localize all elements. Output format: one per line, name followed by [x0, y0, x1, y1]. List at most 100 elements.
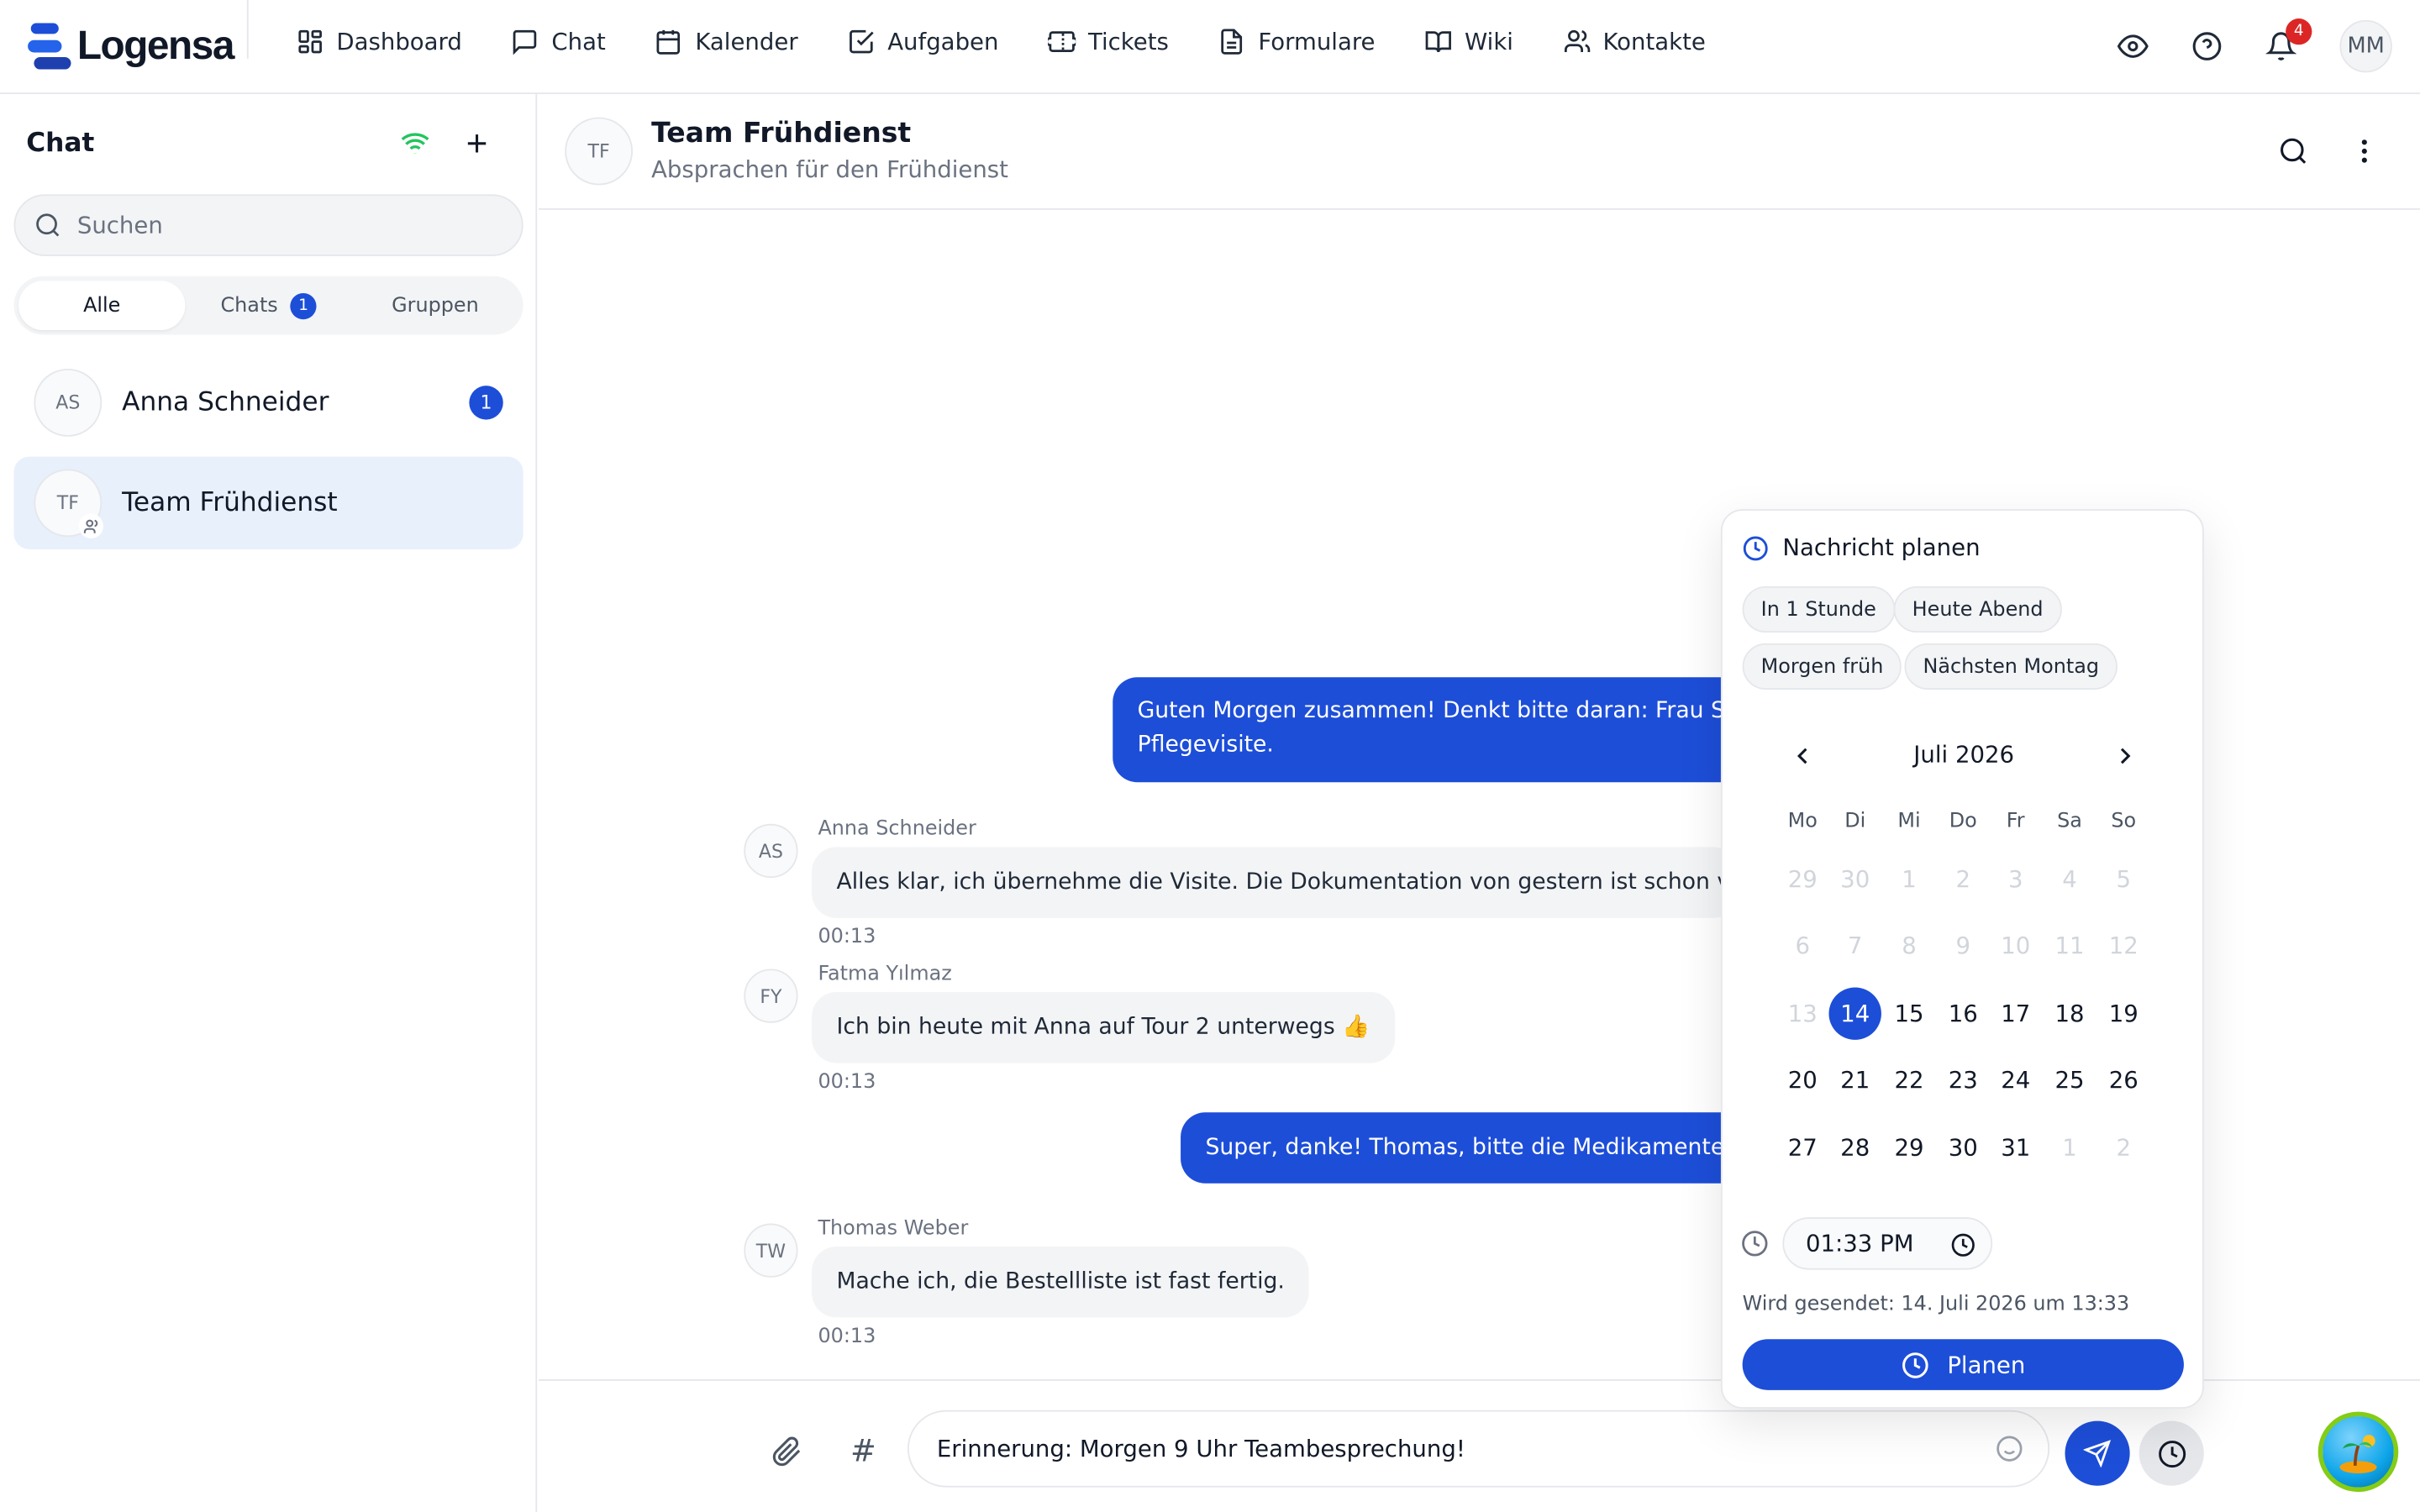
- message-bubble: Mache ich, die Bestellliste ist fast fer…: [812, 1247, 1310, 1318]
- calendar-day: 9: [1955, 932, 1971, 960]
- tab-gruppen-label: Gruppen: [392, 293, 479, 318]
- search-icon[interactable]: [2278, 136, 2309, 167]
- nav-dashboard-label: Dashboard: [336, 28, 462, 56]
- calendar-day[interactable]: 28: [1828, 1121, 1881, 1173]
- preset-naechsten-montag[interactable]: Nächsten Montag: [1904, 643, 2118, 690]
- calendar-day: 8: [1902, 932, 1917, 960]
- calendar-day: 30: [1840, 865, 1870, 894]
- preset-in-1-stunde[interactable]: In 1 Stunde: [1742, 585, 1895, 633]
- calendar-day[interactable]: 27: [1776, 1121, 1828, 1173]
- message-time: 00:13: [818, 1070, 876, 1095]
- sender-name: Anna Schneider: [818, 817, 976, 842]
- calendar-day-selected[interactable]: 14: [1828, 987, 1881, 1040]
- brand-logo[interactable]: Logensa: [28, 22, 234, 70]
- nav-kalender[interactable]: Kalender: [655, 28, 798, 55]
- weekday-header: So: [2111, 810, 2137, 833]
- scheduled-send-summary: Wird gesendet: 14. Juli 2026 um 13:33: [1742, 1293, 2130, 1316]
- ticket-icon: [1048, 31, 1076, 52]
- calendar-day[interactable]: 29: [1883, 1121, 1935, 1173]
- chat-sidebar: Chat Alle Chats 1 Gruppen AS Anna Schnei…: [0, 94, 538, 1512]
- chat-list-item-anna-schneider[interactable]: AS Anna Schneider 1: [14, 356, 523, 449]
- calendar-day[interactable]: 16: [1937, 987, 1989, 1039]
- calendar-day[interactable]: 15: [1883, 987, 1935, 1039]
- nav-wiki[interactable]: Wiki: [1424, 28, 1513, 55]
- eye-icon: [2117, 34, 2149, 58]
- time-input[interactable]: 01:33 PM: [1782, 1217, 1993, 1270]
- visibility-button[interactable]: [2117, 31, 2149, 62]
- avatar-initials: TF: [56, 491, 79, 514]
- nav-kontakte[interactable]: Kontakte: [1563, 28, 1706, 55]
- tab-chats-label: Chats: [220, 293, 278, 318]
- more-vertical-icon[interactable]: [2349, 136, 2380, 167]
- nav-aufgaben[interactable]: Aufgaben: [847, 28, 998, 55]
- avatar: TF: [34, 469, 104, 539]
- search-input[interactable]: [76, 211, 479, 239]
- calendar-day[interactable]: 17: [1990, 987, 2042, 1039]
- wifi-connected-icon: [401, 133, 429, 154]
- message-input[interactable]: Erinnerung: Morgen 9 Uhr Teambesprechung…: [907, 1410, 2050, 1488]
- calendar-day[interactable]: 20: [1776, 1053, 1828, 1105]
- new-chat-plus-icon[interactable]: [461, 128, 492, 159]
- conversation-avatar[interactable]: TF: [565, 117, 634, 186]
- calendar-day[interactable]: 18: [2044, 987, 2096, 1039]
- sender-name: Thomas Weber: [818, 1217, 969, 1241]
- nav-tickets[interactable]: Tickets: [1048, 28, 1169, 55]
- help-button[interactable]: [2191, 31, 2223, 62]
- nav-aufgaben-label: Aufgaben: [887, 28, 999, 56]
- user-avatar[interactable]: MM: [2339, 19, 2392, 73]
- weekday-header: Sa: [2057, 810, 2082, 833]
- tab-alle-label: Alle: [83, 293, 121, 318]
- notifications-button[interactable]: 4: [2265, 18, 2312, 62]
- calendar-day[interactable]: 21: [1828, 1053, 1881, 1105]
- calendar-day[interactable]: 25: [2044, 1053, 2096, 1105]
- nav-dashboard[interactable]: Dashboard: [297, 28, 462, 55]
- preset-morgen-frueh[interactable]: Morgen früh: [1742, 643, 1902, 690]
- calendar-day: 10: [2001, 932, 2031, 960]
- calendar-day[interactable]: 19: [2097, 987, 2149, 1039]
- conversation-actions: [2278, 136, 2380, 167]
- nav-chat[interactable]: Chat: [512, 28, 606, 55]
- popover-title: Nachricht planen: [1782, 533, 1981, 562]
- paperclip-icon[interactable]: [771, 1436, 802, 1467]
- calendar-day[interactable]: 26: [2097, 1053, 2149, 1105]
- calendar-day[interactable]: 23: [1937, 1053, 1989, 1105]
- send-button[interactable]: [2065, 1420, 2130, 1486]
- brand-divider: [246, 0, 249, 59]
- sidebar-actions: [400, 128, 492, 159]
- calendar-day[interactable]: 31: [1990, 1121, 2042, 1173]
- chat-filter-tabs: Alle Chats 1 Gruppen: [13, 276, 523, 335]
- topbar-actions: 4 MM: [2117, 18, 2392, 73]
- document-icon: [1221, 29, 1243, 55]
- calendar-icon: [657, 29, 681, 55]
- time-picker-icon[interactable]: [1951, 1233, 1975, 1257]
- send-icon: [2083, 1440, 2112, 1467]
- next-month-button[interactable]: [2112, 742, 2143, 773]
- plan-button[interactable]: Planen: [1742, 1339, 2184, 1390]
- nav-formulare[interactable]: Formulare: [1218, 28, 1375, 55]
- emoji-icon[interactable]: [1996, 1435, 2023, 1462]
- calendar-day: 1: [1902, 865, 1917, 894]
- calendar-day[interactable]: 30: [1937, 1121, 1989, 1173]
- palm-island-icon: [2339, 1435, 2377, 1474]
- calendar-day[interactable]: 22: [1883, 1053, 1935, 1105]
- hashtag-icon[interactable]: #: [850, 1431, 881, 1468]
- calendar-day: 7: [1847, 932, 1863, 960]
- preset-heute-abend[interactable]: Heute Abend: [1893, 585, 2062, 633]
- calendar-day: 13: [1787, 1000, 1818, 1028]
- tab-gruppen[interactable]: Gruppen: [352, 281, 518, 330]
- clock-icon: [1743, 535, 1768, 560]
- clock-icon: [2158, 1440, 2186, 1467]
- schedule-message-button[interactable]: [2139, 1420, 2204, 1486]
- nav-chat-label: Chat: [551, 28, 606, 56]
- clock-icon: [1742, 1231, 1768, 1257]
- dashboard-icon: [298, 29, 322, 54]
- tab-chats[interactable]: Chats 1: [185, 281, 351, 330]
- assistant-launcher-button[interactable]: [2317, 1411, 2399, 1493]
- nav-kontakte-label: Kontakte: [1602, 28, 1706, 56]
- chat-list-item-team-fruehdienst[interactable]: TF Team Frühdienst: [13, 456, 523, 549]
- avatar: AS: [34, 368, 103, 437]
- tab-alle[interactable]: Alle: [18, 281, 186, 331]
- calendar-day[interactable]: 24: [1990, 1053, 2042, 1105]
- search-icon: [36, 213, 60, 237]
- calendar-day: 6: [1795, 932, 1811, 960]
